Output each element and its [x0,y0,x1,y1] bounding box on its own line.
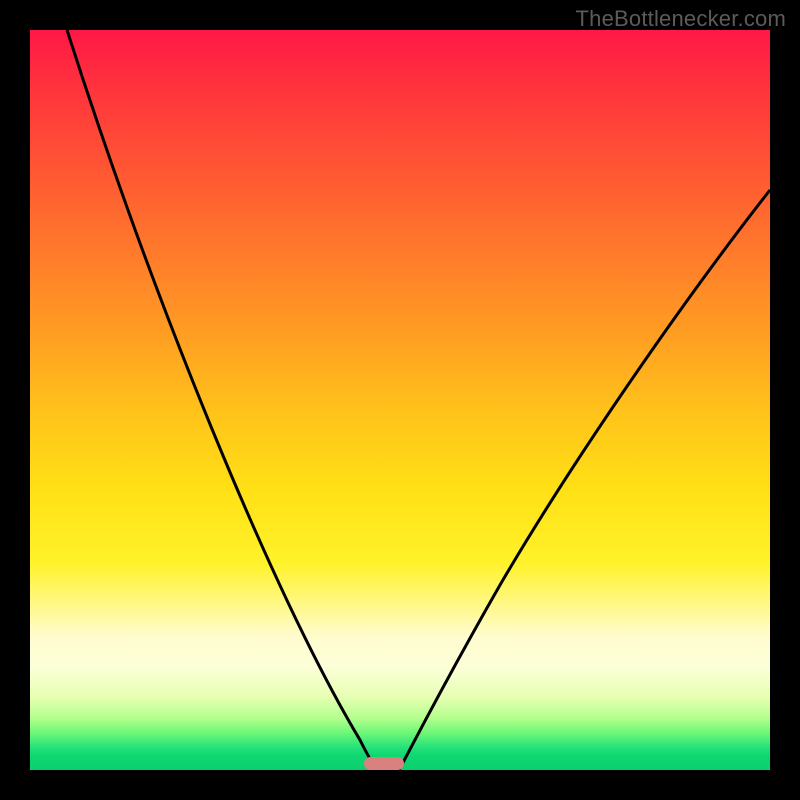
watermark-text: TheBottlenecker.com [576,6,786,32]
optimal-marker [364,757,404,770]
curve-left-branch [67,30,377,770]
chart-frame: TheBottlenecker.com [0,0,800,800]
plot-area [30,30,770,770]
bottleneck-curve [30,30,770,770]
curve-right-branch [399,190,770,770]
